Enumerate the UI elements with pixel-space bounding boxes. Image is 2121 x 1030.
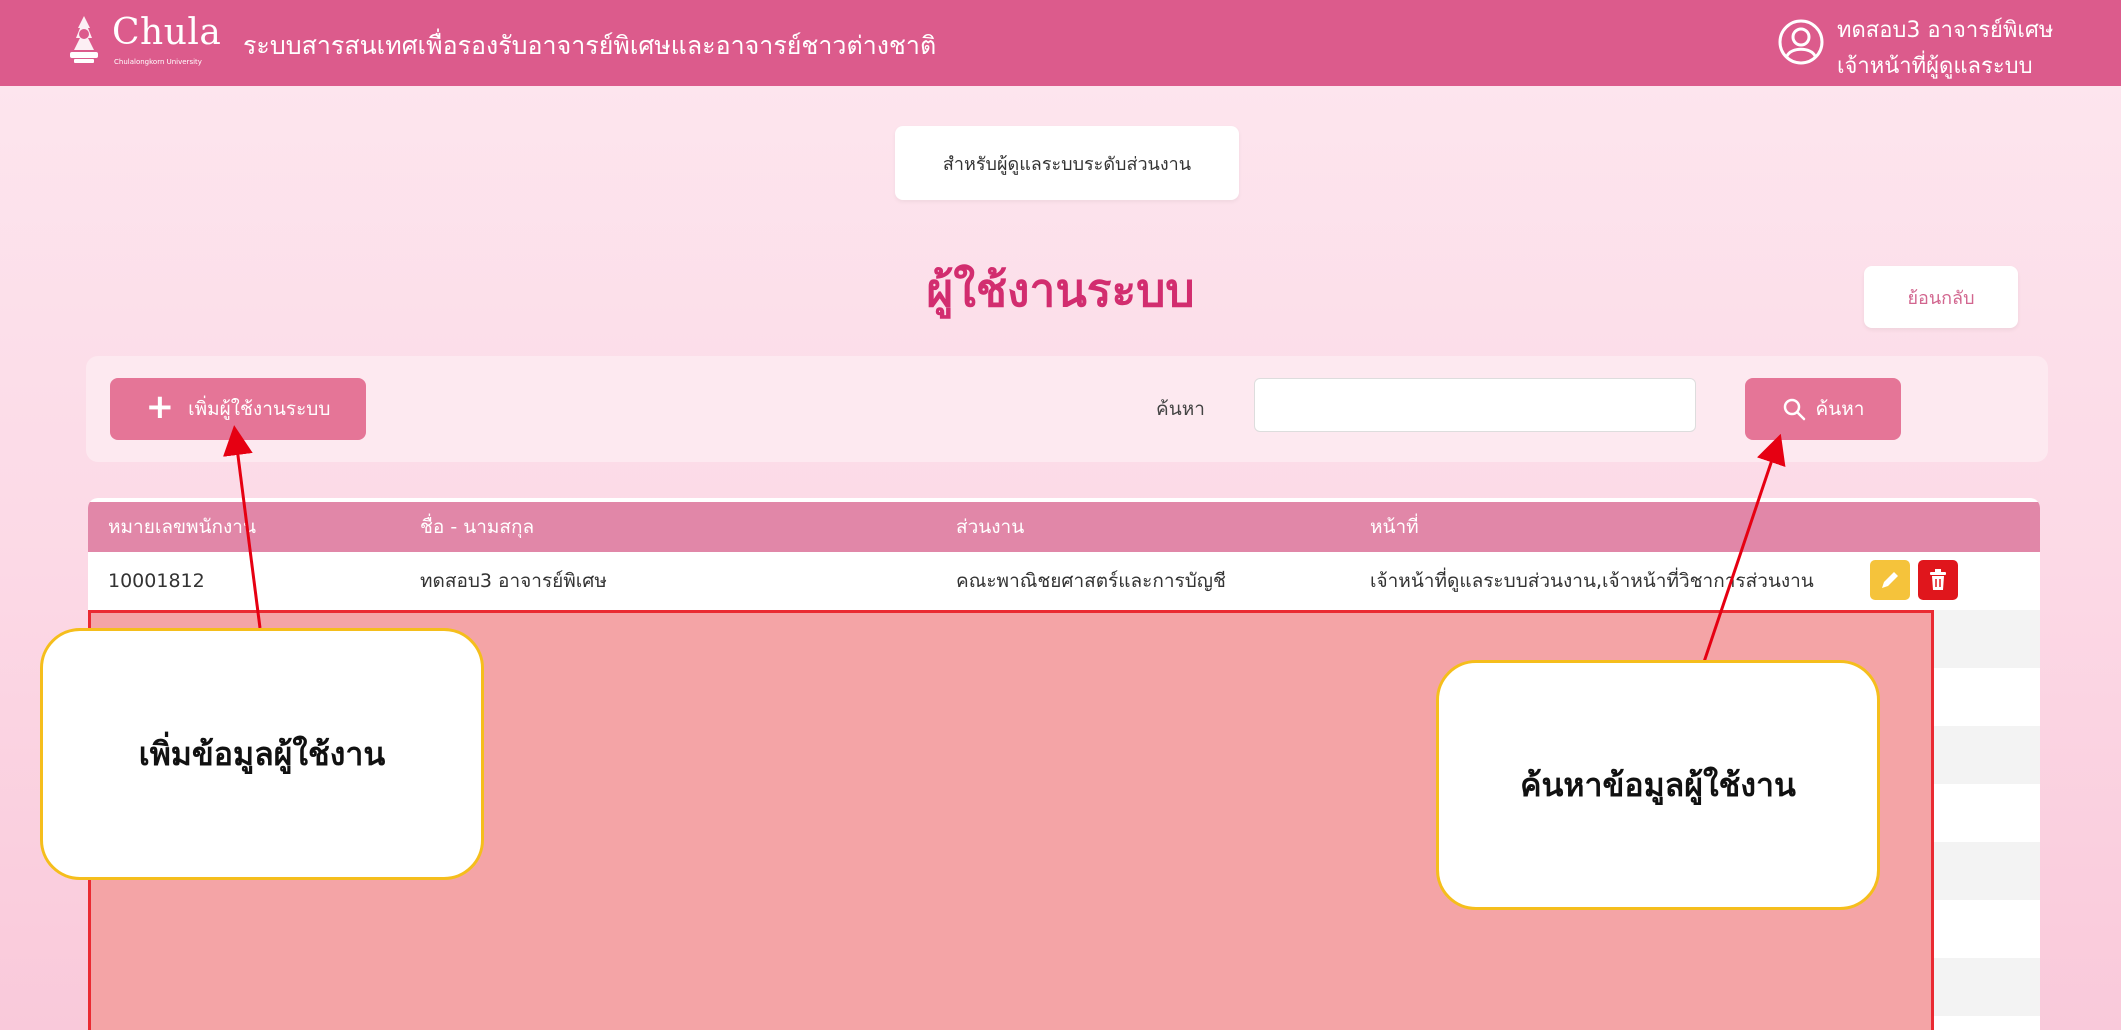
search-input[interactable] (1254, 378, 1696, 432)
user-role: เจ้าหน้าที่ผู้ดูแลระบบ (1837, 54, 2033, 79)
admin-level-chip: สำหรับผู้ดูแลระบบระดับส่วนงาน (895, 126, 1239, 200)
chula-logo[interactable]: Chula Chulalongkorn University (66, 12, 226, 70)
table-row: 10001812 ทดสอบ3 อาจารย์พิเศษ คณะพาณิชยศา… (88, 552, 2040, 610)
edit-button[interactable] (1870, 560, 1910, 600)
header-department[interactable]: ส่วนงาน (956, 502, 1024, 552)
cell-department: คณะพาณิชยศาสตร์และการบัญชี (956, 570, 1226, 592)
search-label: ค้นหา (1156, 398, 1205, 420)
user-circle-icon[interactable] (1777, 18, 1825, 66)
top-bar: Chula Chulalongkorn University ระบบสารสน… (0, 0, 2121, 86)
search-icon (1783, 398, 1805, 421)
user-name: ทดสอบ3 อาจารย์พิเศษ (1837, 18, 2054, 43)
plus-icon: + (145, 387, 175, 427)
trash-icon (1930, 569, 1946, 590)
back-button[interactable]: ย้อนกลับ (1864, 266, 2018, 328)
header-employee-id[interactable]: หมายเลขพนักงาน (108, 502, 256, 552)
delete-button[interactable] (1918, 560, 1958, 600)
cell-name: ทดสอบ3 อาจารย์พิเศษ (420, 570, 607, 592)
chula-seal-icon (70, 16, 98, 63)
search-button-label: ค้นหา (1815, 398, 1865, 420)
pencil-icon (1882, 572, 1898, 588)
add-user-button[interactable]: + เพิ่มผู้ใช้งานระบบ (110, 378, 366, 440)
search-user-callout: ค้นหาข้อมูลผู้ใช้งาน (1436, 660, 1880, 910)
table-header: หมายเลขพนักงาน ชื่อ - นามสกุล ส่วนงาน หน… (88, 502, 2040, 552)
add-user-label: เพิ่มผู้ใช้งานระบบ (188, 398, 331, 420)
page-title: ผู้ใช้งานระบบ (926, 263, 1195, 317)
add-user-callout: เพิ่มข้อมูลผู้ใช้งาน (40, 628, 484, 880)
header-role[interactable]: หน้าที่ (1370, 502, 1419, 552)
system-title: ระบบสารสนเทศเพื่อรองรับอาจารย์พิเศษและอา… (243, 31, 937, 60)
header-name[interactable]: ชื่อ - นามสกุล (420, 502, 534, 552)
cell-role: เจ้าหน้าที่ดูแลระบบส่วนงาน,เจ้าหน้าที่วิ… (1370, 570, 1814, 592)
cell-employee-id: 10001812 (108, 570, 205, 592)
logo-subtext: Chulalongkorn University (114, 58, 202, 66)
logo-text: Chula (112, 12, 222, 53)
search-button[interactable]: ค้นหา (1745, 378, 1901, 440)
